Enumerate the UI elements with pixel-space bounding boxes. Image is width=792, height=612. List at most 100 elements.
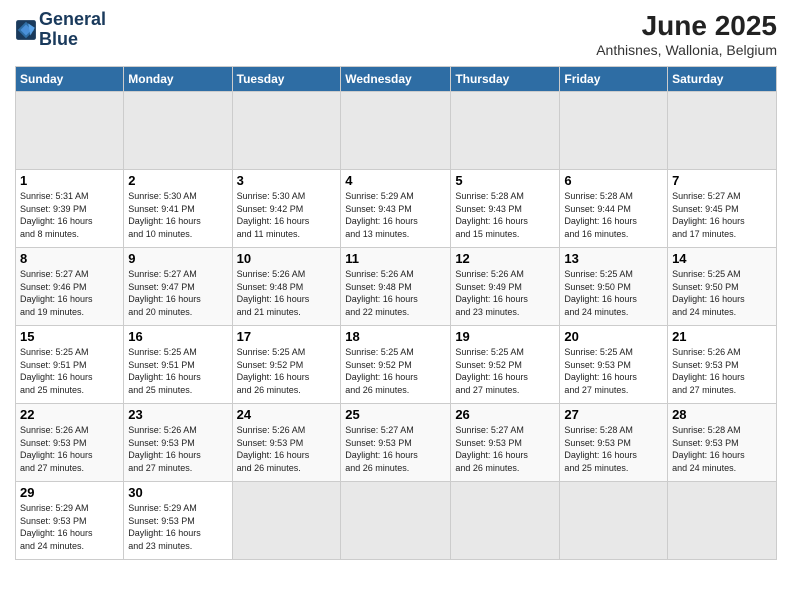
logo-text: General Blue — [39, 10, 106, 50]
calendar-cell: 17Sunrise: 5:25 AM Sunset: 9:52 PM Dayli… — [232, 326, 341, 404]
calendar-cell: 12Sunrise: 5:26 AM Sunset: 9:49 PM Dayli… — [451, 248, 560, 326]
calendar-cell: 3 Sunrise: 5:30 AM Sunset: 9:42 PM Daylig… — [232, 170, 341, 248]
calendar-cell: 11Sunrise: 5:26 AM Sunset: 9:48 PM Dayli… — [341, 248, 451, 326]
calendar-cell — [124, 92, 232, 170]
day-info: Sunrise: 5:31 AM Sunset: 9:39 PM Dayligh… — [20, 190, 119, 240]
calendar-cell: 18 Sunrise: 5:25 AM Sunset: 9:52 PM Dayli… — [341, 326, 451, 404]
day-info: Sunrise: 5:28 AM Sunset: 9:43 PM Dayligh… — [455, 190, 555, 240]
col-sunday: Sunday — [16, 67, 124, 92]
day-number: 18 — [345, 329, 446, 344]
calendar-cell: 4 Sunrise: 5:29 AM Sunset: 9:43 PM Daylig… — [341, 170, 451, 248]
page-header: General Blue June 2025 Anthisnes, Wallon… — [15, 10, 777, 58]
calendar-cell — [16, 92, 124, 170]
calendar-cell — [341, 92, 451, 170]
calendar-cell — [341, 482, 451, 560]
page-container: General Blue June 2025 Anthisnes, Wallon… — [0, 0, 792, 570]
day-info: Sunrise: 5:26 AM Sunset: 9:49 PM Dayligh… — [455, 268, 555, 318]
col-wednesday: Wednesday — [341, 67, 451, 92]
col-saturday: Saturday — [668, 67, 777, 92]
day-info: Sunrise: 5:28 AM Sunset: 9:53 PM Dayligh… — [672, 424, 772, 474]
col-tuesday: Tuesday — [232, 67, 341, 92]
day-info: Sunrise: 5:28 AM Sunset: 9:53 PM Dayligh… — [564, 424, 663, 474]
day-number: 17 — [237, 329, 337, 344]
day-info: Sunrise: 5:29 AM Sunset: 9:43 PM Dayligh… — [345, 190, 446, 240]
calendar-cell: 13 Sunrise: 5:25 AM Sunset: 9:50 PM Dayli… — [560, 248, 668, 326]
calendar-cell: 16Sunrise: 5:25 AM Sunset: 9:51 PM Dayli… — [124, 326, 232, 404]
calendar-cell: 22 Sunrise: 5:26 AM Sunset: 9:53 PM Dayli… — [16, 404, 124, 482]
day-number: 1 — [20, 173, 119, 188]
calendar-cell: 29Sunrise: 5:29 AM Sunset: 9:53 PM Dayli… — [16, 482, 124, 560]
calendar-cell: 23Sunrise: 5:26 AM Sunset: 9:53 PM Dayli… — [124, 404, 232, 482]
calendar-cell — [668, 92, 777, 170]
day-number: 23 — [128, 407, 227, 422]
day-info: Sunrise: 5:25 AM Sunset: 9:51 PM Dayligh… — [20, 346, 119, 396]
day-info: Sunrise: 5:30 AM Sunset: 9:41 PM Dayligh… — [128, 190, 227, 240]
calendar-week-3: 15 Sunrise: 5:25 AM Sunset: 9:51 PM Dayli… — [16, 326, 777, 404]
calendar-week-0 — [16, 92, 777, 170]
day-number: 22 — [20, 407, 119, 422]
calendar-cell: 20Sunrise: 5:25 AM Sunset: 9:53 PM Dayli… — [560, 326, 668, 404]
calendar-cell: 27 Sunrise: 5:28 AM Sunset: 9:53 PM Dayli… — [560, 404, 668, 482]
calendar-cell: 10Sunrise: 5:26 AM Sunset: 9:48 PM Dayli… — [232, 248, 341, 326]
header-row: Sunday Monday Tuesday Wednesday Thursday… — [16, 67, 777, 92]
day-number: 2 — [128, 173, 227, 188]
col-monday: Monday — [124, 67, 232, 92]
day-info: Sunrise: 5:27 AM Sunset: 9:53 PM Dayligh… — [455, 424, 555, 474]
day-number: 26 — [455, 407, 555, 422]
calendar-cell: 2 Sunrise: 5:30 AM Sunset: 9:41 PM Daylig… — [124, 170, 232, 248]
calendar-cell: 26 Sunrise: 5:27 AM Sunset: 9:53 PM Dayli… — [451, 404, 560, 482]
calendar-cell: 15 Sunrise: 5:25 AM Sunset: 9:51 PM Dayli… — [16, 326, 124, 404]
day-info: Sunrise: 5:28 AM Sunset: 9:44 PM Dayligh… — [564, 190, 663, 240]
day-number: 4 — [345, 173, 446, 188]
calendar-cell: 8Sunrise: 5:27 AM Sunset: 9:46 PM Daylig… — [16, 248, 124, 326]
day-info: Sunrise: 5:27 AM Sunset: 9:53 PM Dayligh… — [345, 424, 446, 474]
calendar-cell — [451, 482, 560, 560]
calendar-cell — [560, 92, 668, 170]
day-info: Sunrise: 5:29 AM Sunset: 9:53 PM Dayligh… — [128, 502, 227, 552]
calendar-body: 1 Sunrise: 5:31 AM Sunset: 9:39 PM Daylig… — [16, 92, 777, 560]
day-number: 28 — [672, 407, 772, 422]
day-info: Sunrise: 5:27 AM Sunset: 9:45 PM Dayligh… — [672, 190, 772, 240]
day-info: Sunrise: 5:30 AM Sunset: 9:42 PM Dayligh… — [237, 190, 337, 240]
day-number: 25 — [345, 407, 446, 422]
day-number: 6 — [564, 173, 663, 188]
calendar-cell: 28 Sunrise: 5:28 AM Sunset: 9:53 PM Dayli… — [668, 404, 777, 482]
day-number: 16 — [128, 329, 227, 344]
calendar-cell: 5Sunrise: 5:28 AM Sunset: 9:43 PM Daylig… — [451, 170, 560, 248]
calendar-cell: 6 Sunrise: 5:28 AM Sunset: 9:44 PM Daylig… — [560, 170, 668, 248]
day-info: Sunrise: 5:25 AM Sunset: 9:53 PM Dayligh… — [564, 346, 663, 396]
calendar-cell: 19Sunrise: 5:25 AM Sunset: 9:52 PM Dayli… — [451, 326, 560, 404]
day-info: Sunrise: 5:25 AM Sunset: 9:52 PM Dayligh… — [455, 346, 555, 396]
col-friday: Friday — [560, 67, 668, 92]
day-info: Sunrise: 5:25 AM Sunset: 9:52 PM Dayligh… — [345, 346, 446, 396]
calendar-week-5: 29 Sunrise: 5:29 AM Sunset: 9:53 PM Dayli… — [16, 482, 777, 560]
day-number: 30 — [128, 485, 227, 500]
calendar-week-1: 1 Sunrise: 5:31 AM Sunset: 9:39 PM Daylig… — [16, 170, 777, 248]
calendar-table: Sunday Monday Tuesday Wednesday Thursday… — [15, 66, 777, 560]
day-number: 15 — [20, 329, 119, 344]
day-number: 9 — [128, 251, 227, 266]
day-number: 8 — [20, 251, 119, 266]
day-number: 13 — [564, 251, 663, 266]
day-number: 27 — [564, 407, 663, 422]
calendar-cell — [232, 482, 341, 560]
calendar-cell: 21Sunrise: 5:26 AM Sunset: 9:53 PM Dayli… — [668, 326, 777, 404]
calendar-cell: 14Sunrise: 5:25 AM Sunset: 9:50 PM Dayli… — [668, 248, 777, 326]
calendar-week-2: 8Sunrise: 5:27 AM Sunset: 9:46 PM Daylig… — [16, 248, 777, 326]
day-info: Sunrise: 5:25 AM Sunset: 9:50 PM Dayligh… — [564, 268, 663, 318]
calendar-cell — [232, 92, 341, 170]
day-number: 21 — [672, 329, 772, 344]
day-number: 7 — [672, 173, 772, 188]
logo: General Blue — [15, 10, 106, 50]
calendar-cell: 24Sunrise: 5:26 AM Sunset: 9:53 PM Dayli… — [232, 404, 341, 482]
day-info: Sunrise: 5:26 AM Sunset: 9:48 PM Dayligh… — [345, 268, 446, 318]
day-number: 29 — [20, 485, 119, 500]
location-title: Anthisnes, Wallonia, Belgium — [596, 42, 777, 58]
day-info: Sunrise: 5:26 AM Sunset: 9:53 PM Dayligh… — [20, 424, 119, 474]
calendar-cell — [668, 482, 777, 560]
title-block: June 2025 Anthisnes, Wallonia, Belgium — [596, 10, 777, 58]
calendar-week-4: 22 Sunrise: 5:26 AM Sunset: 9:53 PM Dayli… — [16, 404, 777, 482]
logo-icon — [15, 19, 37, 41]
day-number: 3 — [237, 173, 337, 188]
calendar-cell: 30 Sunrise: 5:29 AM Sunset: 9:53 PM Dayli… — [124, 482, 232, 560]
